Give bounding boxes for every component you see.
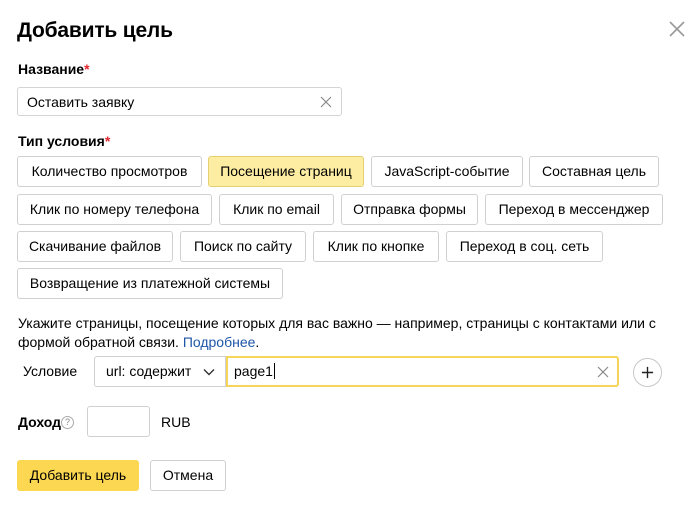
chip-social-network[interactable]: Переход в соц. сеть [446, 231, 603, 262]
chip-button-click[interactable]: Клик по кнопке [313, 231, 439, 262]
url-input-value: page1 [234, 363, 275, 379]
condition-type-label: Тип условия* [18, 133, 111, 149]
currency-label: RUB [161, 414, 191, 430]
more-link[interactable]: Подробнее [183, 334, 256, 350]
clear-icon[interactable] [320, 96, 332, 108]
cancel-button[interactable]: Отмена [150, 460, 226, 491]
name-input-value: Оставить заявку [27, 94, 135, 110]
name-label: Название* [18, 61, 90, 77]
url-input[interactable]: page1 [226, 356, 619, 387]
income-input[interactable] [87, 406, 150, 437]
chip-page-visits[interactable]: Посещение страниц [208, 156, 364, 187]
chip-form-submit[interactable]: Отправка формы [341, 194, 478, 225]
add-goal-button[interactable]: Добавить цель [17, 460, 139, 491]
chip-phone-click[interactable]: Клик по номеру телефона [17, 194, 212, 225]
plus-icon [641, 366, 654, 379]
name-input[interactable]: Оставить заявку [17, 87, 342, 116]
required-mark: * [104, 133, 111, 149]
chip-messenger[interactable]: Переход в мессенджер [485, 194, 663, 225]
chip-email-click[interactable]: Клик по email [219, 194, 334, 225]
chip-site-search[interactable]: Поиск по сайту [180, 231, 306, 262]
clear-icon[interactable] [597, 366, 609, 378]
chip-file-download[interactable]: Скачивание файлов [17, 231, 173, 262]
operator-value: url: содержит [106, 363, 192, 379]
required-mark: * [84, 61, 90, 77]
add-condition-button[interactable] [633, 358, 662, 387]
operator-select[interactable]: url: содержит [94, 356, 226, 387]
chip-payment-return[interactable]: Возвращение из платежной системы [17, 268, 283, 299]
text-cursor [273, 363, 275, 379]
help-icon[interactable]: ? [61, 416, 74, 429]
chip-pageviews[interactable]: Количество просмотров [17, 156, 202, 187]
chevron-down-icon [203, 369, 215, 376]
chip-composite-goal[interactable]: Составная цель [529, 156, 659, 187]
income-label: Доход [18, 414, 62, 430]
condition-label: Условие [23, 363, 78, 379]
close-icon[interactable] [668, 20, 686, 38]
chip-javascript-event[interactable]: JavaScript-событие [371, 156, 523, 187]
hint-text: Укажите страницы, посещение которых для … [18, 315, 656, 350]
dialog-title: Добавить цель [17, 19, 173, 42]
